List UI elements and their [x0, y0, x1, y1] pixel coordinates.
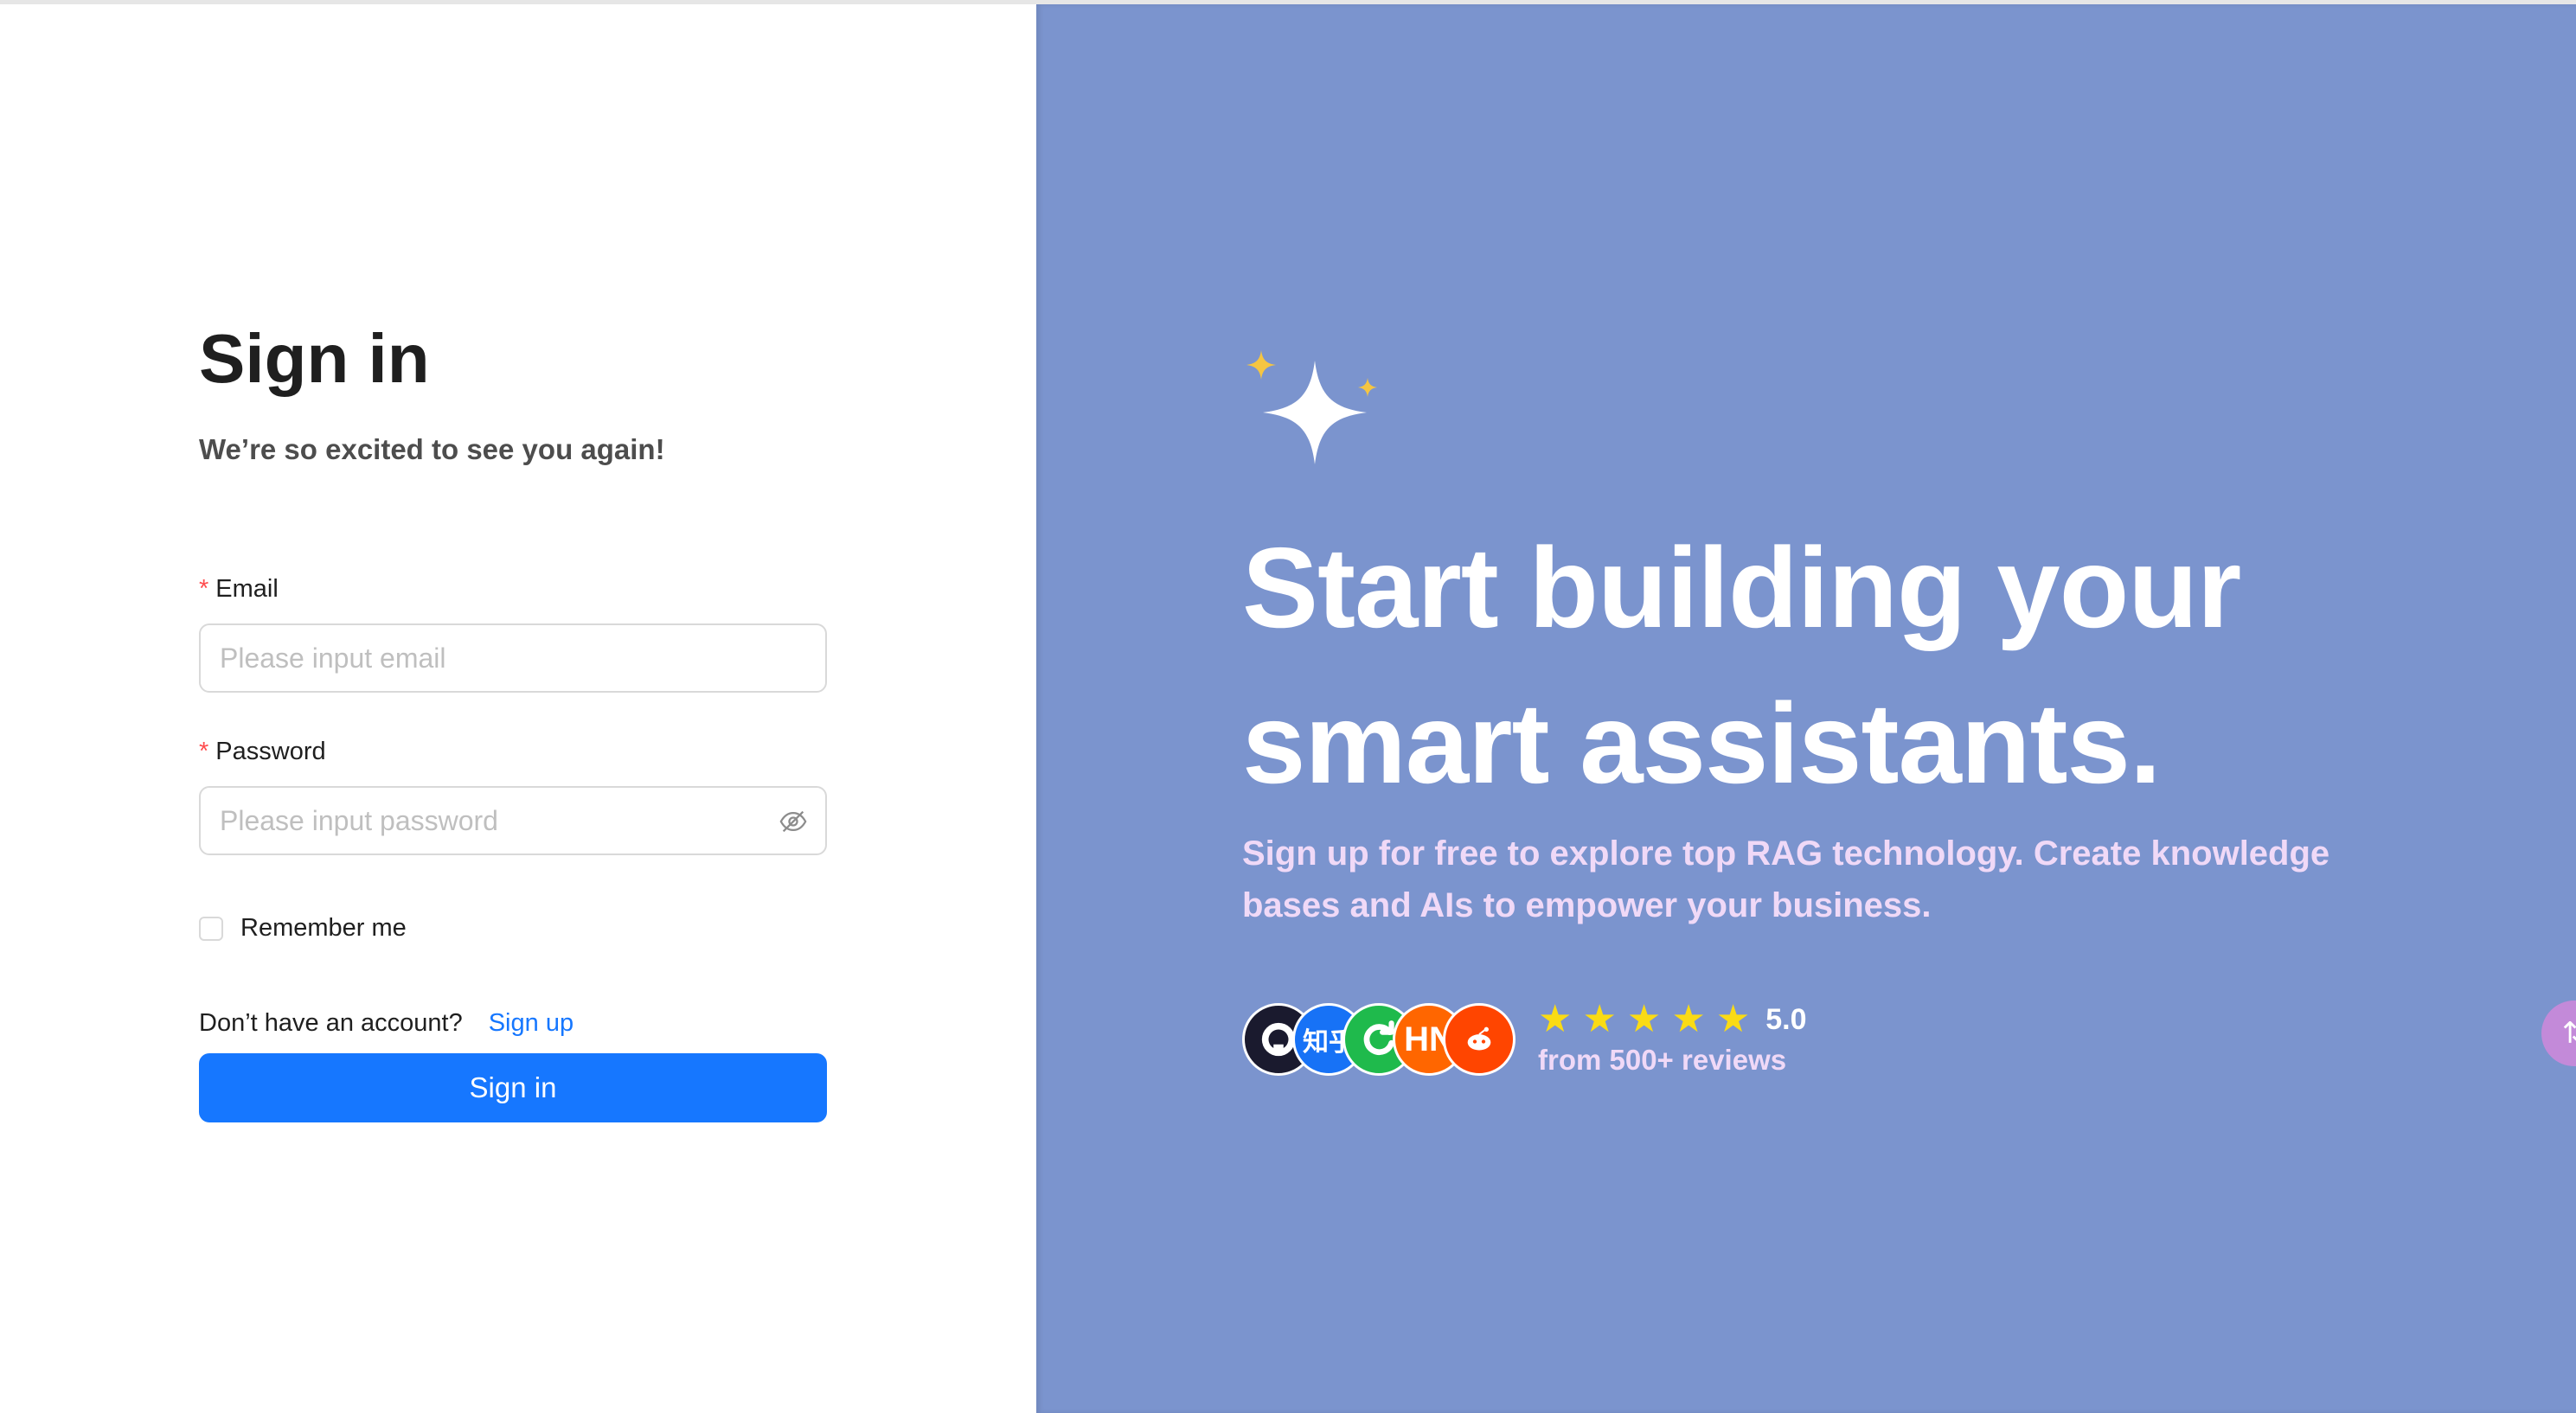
remember-me-label: Remember me: [240, 914, 407, 942]
sign-in-page: Sign in We’re so excited to see you agai…: [0, 0, 2576, 1413]
sign-in-button[interactable]: Sign in: [199, 1053, 827, 1122]
sign-up-link[interactable]: Sign up: [489, 1009, 574, 1037]
email-field[interactable]: [220, 625, 773, 691]
signup-prompt: Don’t have an account? Sign up: [199, 1009, 574, 1038]
star-icon: ★: [1538, 998, 1573, 1040]
star-icon: ★: [1626, 998, 1662, 1040]
required-mark: *: [199, 738, 209, 765]
email-field-wrapper: [199, 623, 827, 693]
reviews-count: from 500+ reviews: [1538, 1044, 1787, 1076]
page-title: Sign in: [199, 320, 430, 397]
float-button-icon: ⇅: [2561, 1017, 2576, 1050]
star-icon: ★: [1671, 998, 1706, 1040]
password-field[interactable]: [220, 788, 773, 854]
reddit-avatar: [1443, 1003, 1515, 1076]
email-label-text: Email: [215, 575, 279, 603]
review-source-avatars: 知乎 HN: [1242, 1003, 1519, 1079]
reddit-icon: [1467, 1026, 1491, 1051]
password-label-text: Password: [215, 738, 326, 765]
hero-headline: Start building your smart assistants.: [1242, 524, 2241, 807]
star-icon: ★: [1715, 998, 1751, 1040]
rating-row: ★ ★ ★ ★ ★ 5.0: [1538, 997, 1807, 1042]
hero-panel: Start building your smart assistants. Si…: [1036, 4, 2576, 1413]
floating-action-button[interactable]: ⇅: [2541, 1001, 2576, 1066]
welcome-subtitle: We’re so excited to see you again!: [199, 433, 665, 465]
email-label: * Email: [199, 575, 279, 604]
required-mark: *: [199, 575, 209, 603]
no-account-text: Don’t have an account?: [199, 1009, 463, 1037]
sparkle-icon: [1246, 350, 1377, 464]
password-field-wrapper: [199, 786, 827, 855]
remember-me[interactable]: Remember me: [199, 914, 407, 943]
eye-invisible-icon[interactable]: [779, 807, 808, 836]
hero-description: Sign up for free to explore top RAG tech…: [1242, 834, 2330, 924]
password-label: * Password: [199, 738, 326, 766]
rating-score: 5.0: [1765, 1002, 1807, 1036]
star-icon: ★: [1582, 998, 1617, 1040]
remember-me-checkbox[interactable]: [199, 916, 223, 941]
sign-in-panel: Sign in We’re so excited to see you agai…: [0, 4, 1036, 1413]
